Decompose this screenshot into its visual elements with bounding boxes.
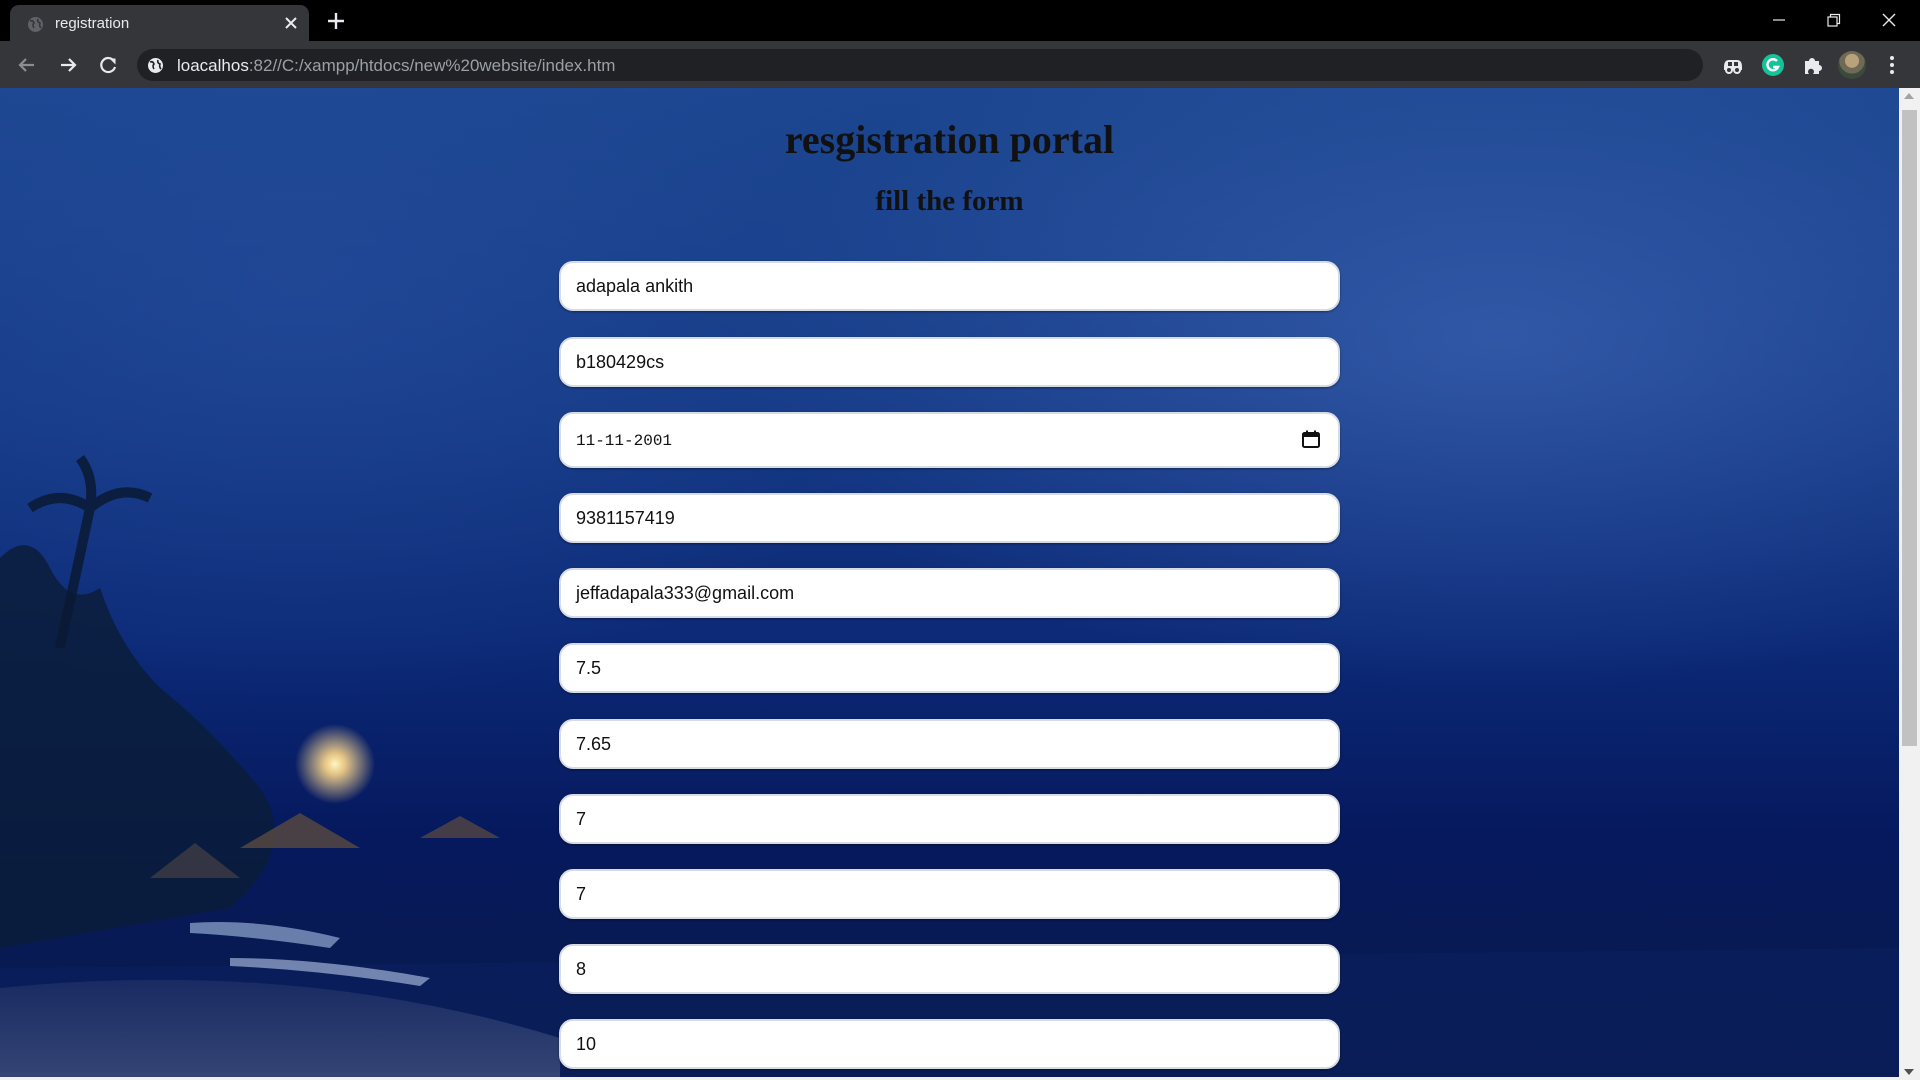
phone-input[interactable]: 9381157419 bbox=[559, 493, 1340, 543]
avatar[interactable] bbox=[1838, 51, 1866, 79]
close-icon[interactable] bbox=[282, 14, 300, 32]
scrollbar-thumb[interactable] bbox=[1902, 110, 1917, 746]
browser-toolbar: loacalhos:82//C:/xampp/htdocs/new%20webs… bbox=[0, 41, 1920, 88]
score-input-4[interactable]: 7 bbox=[559, 869, 1340, 919]
grammarly-icon[interactable] bbox=[1760, 52, 1786, 78]
window-close-icon[interactable] bbox=[1866, 4, 1912, 36]
extension-icon[interactable] bbox=[1720, 52, 1746, 78]
date-of-birth-input[interactable]: 11-11-2001 bbox=[559, 412, 1340, 468]
name-value: adapala ankith bbox=[576, 276, 694, 296]
address-bar[interactable]: loacalhos:82//C:/xampp/htdocs/new%20webs… bbox=[137, 49, 1703, 81]
arrow-right-icon[interactable] bbox=[53, 50, 83, 80]
globe-icon bbox=[28, 17, 43, 32]
kebab-menu-icon[interactable] bbox=[1882, 52, 1902, 78]
url-host: loacalhos bbox=[177, 56, 249, 75]
scroll-up-arrow-icon[interactable] bbox=[1904, 93, 1914, 99]
url-text[interactable]: loacalhos:82//C:/xampp/htdocs/new%20webs… bbox=[177, 56, 615, 76]
score-value-3: 7 bbox=[576, 809, 587, 829]
page-viewport: resgistration portal fill the form adapa… bbox=[0, 88, 1899, 1080]
browser-tab[interactable]: registration bbox=[10, 5, 309, 41]
score-input-2[interactable]: 7.65 bbox=[559, 719, 1340, 769]
roll-number-value: b180429cs bbox=[576, 352, 665, 372]
score-input-5[interactable]: 8 bbox=[559, 944, 1340, 994]
score-value-1: 7.5 bbox=[576, 658, 602, 678]
minimize-icon[interactable] bbox=[1756, 4, 1802, 36]
scroll-down-arrow-icon[interactable] bbox=[1904, 1069, 1914, 1075]
name-input[interactable]: adapala ankith bbox=[559, 261, 1340, 311]
email-input[interactable]: jeffadapala333@gmail.com bbox=[559, 568, 1340, 618]
tab-title: registration bbox=[55, 15, 130, 32]
score-input-3[interactable]: 7 bbox=[559, 794, 1340, 844]
phone-value: 9381157419 bbox=[576, 508, 675, 528]
tab-strip: registration bbox=[0, 0, 1920, 41]
date-of-birth-value: 11-11-2001 bbox=[576, 432, 673, 450]
page-subtitle: fill the form bbox=[875, 185, 1024, 217]
score-value-4: 7 bbox=[576, 884, 587, 904]
score-value-2: 7.65 bbox=[576, 734, 612, 754]
reload-icon[interactable] bbox=[93, 50, 123, 80]
score-input-1[interactable]: 7.5 bbox=[559, 643, 1340, 693]
vertical-scrollbar[interactable] bbox=[1899, 88, 1920, 1080]
url-path: :82//C:/xampp/htdocs/new%20website/index… bbox=[248, 56, 616, 75]
arrow-left-icon[interactable] bbox=[12, 50, 42, 80]
roll-number-input[interactable]: b180429cs bbox=[559, 337, 1340, 387]
puzzle-icon[interactable] bbox=[1800, 52, 1826, 78]
score-input-6[interactable]: 10 bbox=[559, 1019, 1340, 1069]
plus-icon[interactable] bbox=[323, 8, 349, 34]
email-value: jeffadapala333@gmail.com bbox=[576, 583, 795, 603]
score-value-6: 10 bbox=[576, 1034, 597, 1054]
globe-icon[interactable] bbox=[147, 57, 164, 74]
score-value-5: 8 bbox=[576, 959, 587, 979]
calendar-icon[interactable] bbox=[1301, 429, 1321, 449]
restore-icon[interactable] bbox=[1811, 4, 1857, 36]
page-title: resgistration portal bbox=[784, 117, 1115, 162]
